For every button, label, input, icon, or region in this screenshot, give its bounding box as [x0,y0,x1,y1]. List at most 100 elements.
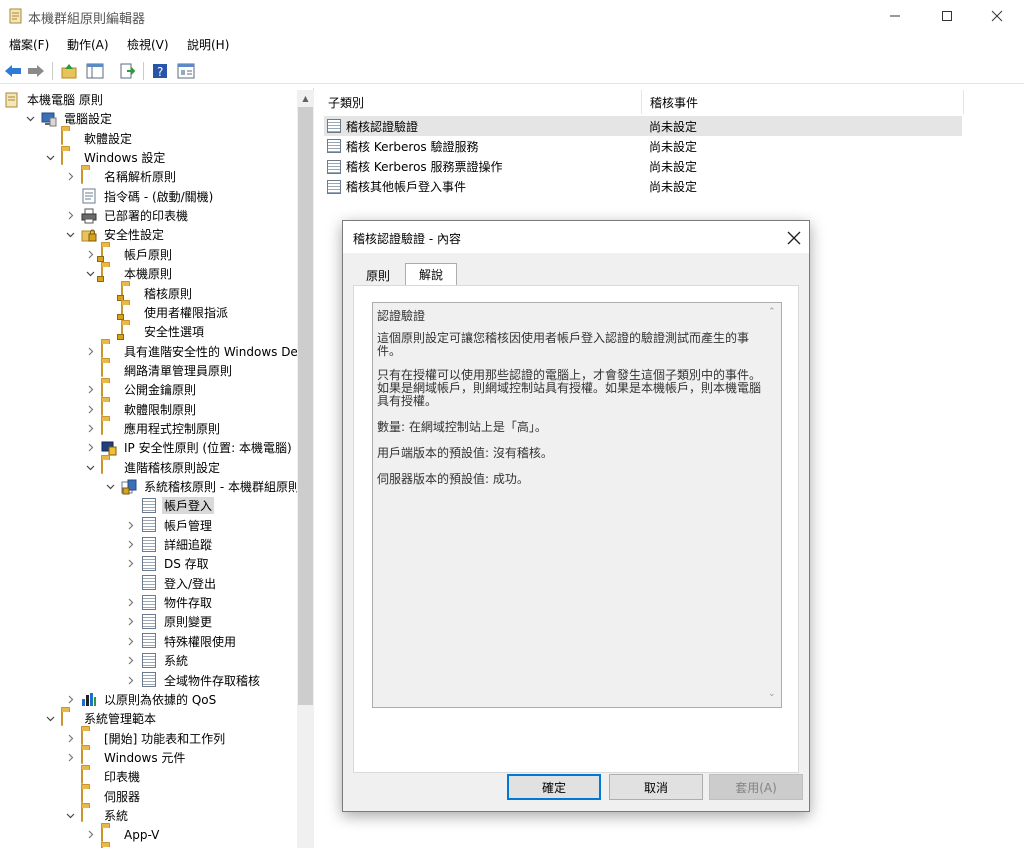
expand-chevron-icon[interactable] [124,635,136,647]
help-button[interactable]: ? [150,61,170,81]
menu-file[interactable]: 檔案(F) [9,36,49,53]
tree-node[interactable]: 使用者權限指派 [104,303,230,322]
properties-icon [177,63,195,79]
expand-chevron-icon[interactable] [64,751,76,763]
scroll-up-arrow-icon[interactable]: ▲ [297,90,314,107]
expand-chevron-icon[interactable] [84,345,96,357]
explain-scrollbar[interactable]: ⌃ ⌄ [764,303,781,707]
tree-node[interactable]: 系統管理範本 [44,709,158,728]
expand-chevron-icon[interactable] [84,384,96,396]
menu-help[interactable]: 說明(H) [187,36,229,53]
export-list-button[interactable] [117,61,137,81]
ok-button[interactable]: 確定 [507,774,601,800]
expand-chevron-icon[interactable] [84,442,96,454]
menu-view[interactable]: 檢視(V) [127,36,169,53]
column-header-subcategory[interactable]: 子類別 [320,90,642,114]
tree-node[interactable]: IP 安全性原則 (位置: 本機電腦) [84,438,294,457]
explain-paragraph: 只有在授權可以使用那些認證的電腦上，才會發生這個子類別中的事件。如果是網域帳戶，… [377,368,762,408]
expand-chevron-icon[interactable] [124,655,136,667]
tree-node[interactable]: 安全性選項 [104,322,206,341]
tree-node[interactable]: 帳戶原則 [84,245,174,264]
locked-folder-icon [97,264,117,282]
list-row[interactable]: 稽核其他帳戶登入事件 尚未設定 [324,177,964,197]
tree-node[interactable]: 系統稽核原則 - 本機群組原則 [104,477,302,496]
tree-node[interactable]: 伺服器 [64,787,142,806]
tree-node[interactable]: 印表機 [64,767,142,786]
list-row[interactable]: 稽核 Kerberos 驗證服務 尚未設定 [324,136,964,156]
collapse-chevron-icon[interactable] [64,809,76,821]
tree-node-label: 電腦設定 [64,112,113,127]
tab-policy[interactable]: 原則 [353,265,403,285]
tree-node[interactable]: 帳戶登入 [124,496,215,515]
apply-button[interactable]: 套用(A) [709,774,803,800]
tree-node-label: 軟體設定 [84,131,133,146]
tree-node[interactable]: 登入/登出 [124,574,218,593]
close-button[interactable] [974,0,1020,32]
scroll-down-arrow-icon[interactable]: ⌄ [768,689,776,699]
tree-node[interactable]: 名稱解析原則 [64,167,178,186]
tree-node[interactable]: 軟體設定 [44,129,134,148]
expand-chevron-icon[interactable] [64,171,76,183]
list-row[interactable]: 稽核認證驗證 尚未設定 [324,116,962,136]
expand-chevron-icon[interactable] [84,403,96,415]
tab-explain[interactable]: 解說 [405,263,457,285]
tree-node[interactable]: 物件存取 [124,593,214,612]
forward-button[interactable] [26,61,46,81]
expand-chevron-icon[interactable] [124,519,136,531]
collapse-chevron-icon[interactable] [84,461,96,473]
collapse-chevron-icon[interactable] [84,268,96,280]
tree-node[interactable]: 應用程式控制原則 [84,419,222,438]
back-button[interactable] [3,61,23,81]
tree-node[interactable]: 特殊權限使用 [124,632,238,651]
collapse-chevron-icon[interactable] [44,152,56,164]
expand-chevron-icon[interactable] [84,248,96,260]
collapse-chevron-icon[interactable] [24,113,36,125]
tree-node[interactable]: 指令碼 - (啟動/關機) [64,187,215,206]
tree-node[interactable]: 系統 [124,651,190,670]
expand-chevron-icon[interactable] [64,732,76,744]
tree-node[interactable]: App-V [84,825,161,844]
tree-scrollbar[interactable]: ▲ [297,90,314,848]
tree-node[interactable]: 原則變更 [124,612,214,631]
expand-chevron-icon[interactable] [124,616,136,628]
tree-node[interactable]: 具有進階安全性的 Windows Defe [84,342,311,361]
properties-button[interactable] [176,61,196,81]
scroll-up-arrow-icon[interactable]: ⌃ [768,307,776,317]
tree-node[interactable]: 全域物件存取稽核 [124,671,262,690]
tree-node[interactable]: 以原則為依據的 QoS [64,690,218,709]
tree-node[interactable]: 帳戶管理 [124,516,214,535]
tree-node[interactable]: 系統 [64,806,130,825]
tree-node[interactable]: 本機電腦 原則 [4,90,105,109]
expand-chevron-icon[interactable] [84,422,96,434]
explain-textbox[interactable]: 認證驗證 這個原則設定可讓您稽核因使用者帳戶登入認證的驗證測試而產生的事件。 只… [372,302,782,708]
expand-chevron-icon[interactable] [124,674,136,686]
tree-node[interactable]: DS 存取 [124,554,211,573]
show-hide-tree-button[interactable] [85,61,105,81]
tree-node[interactable]: 已部署的印表機 [64,206,190,225]
list-row[interactable]: 稽核 Kerberos 服務票證操作 尚未設定 [324,157,964,177]
tree-node[interactable]: Windows 設定 [44,148,167,167]
collapse-chevron-icon[interactable] [64,229,76,241]
cancel-button[interactable]: 取消 [609,774,703,800]
column-header-audit-events[interactable]: 稽核事件 [642,90,964,114]
expand-chevron-icon[interactable] [64,210,76,222]
tree-node[interactable]: 進階稽核原則設定 [84,458,222,477]
expand-chevron-icon[interactable] [124,558,136,570]
expand-chevron-icon[interactable] [64,693,76,705]
collapse-chevron-icon[interactable] [104,481,116,493]
scrollbar-thumb[interactable] [298,107,313,705]
tree-node[interactable]: 稽核原則 [104,284,194,303]
tree-node[interactable]: 安全性設定 [64,225,166,244]
expand-chevron-icon[interactable] [84,829,96,841]
up-button[interactable] [59,61,79,81]
menu-action[interactable]: 動作(A) [67,36,109,53]
back-icon [5,65,21,77]
collapse-chevron-icon[interactable] [44,713,56,725]
dialog-close-button[interactable] [787,227,801,250]
expand-chevron-icon[interactable] [124,597,136,609]
expand-chevron-icon[interactable] [124,539,136,551]
tree-node[interactable]: 詳細追蹤 [124,535,214,554]
minimize-button[interactable] [872,0,918,32]
tree-node[interactable]: Device Guard [84,845,207,848]
maximize-button[interactable] [924,0,970,32]
